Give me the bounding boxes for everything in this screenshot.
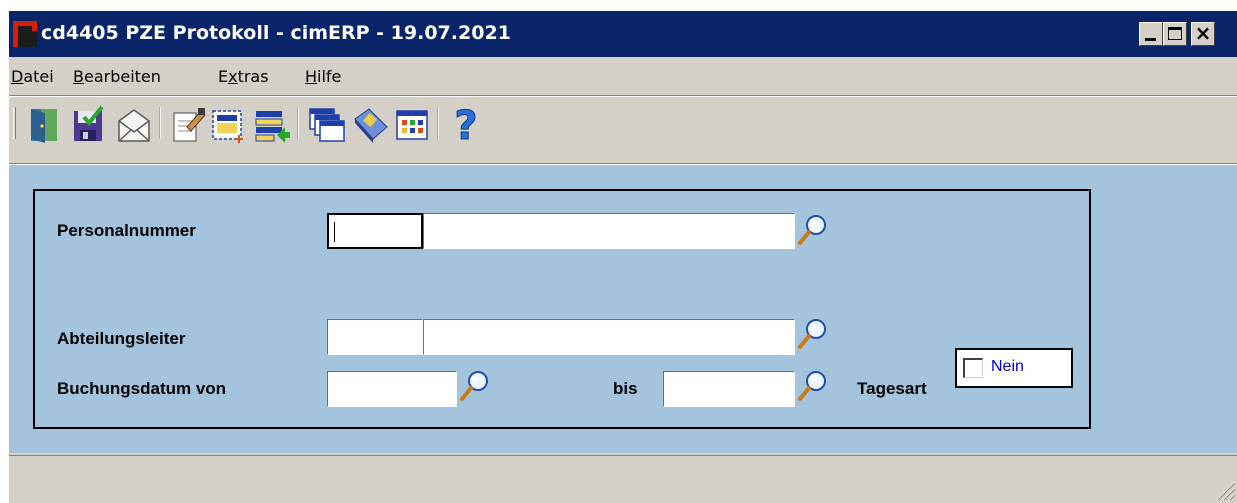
bis-label: bis	[613, 379, 638, 398]
abteilungsleiter-code-input[interactable]	[327, 319, 423, 355]
bis-date-picker-button[interactable]	[797, 369, 829, 403]
text-caret	[334, 222, 335, 242]
save-disk-icon	[74, 105, 104, 141]
save-button[interactable]	[69, 105, 107, 145]
buchungsdatum-von-picker-button[interactable]	[459, 369, 491, 403]
magnifier-icon	[798, 371, 826, 401]
toolbar: ?	[9, 97, 1237, 163]
personalnummer-code-input[interactable]	[327, 213, 423, 249]
menu-extras[interactable]: Extras	[218, 67, 269, 86]
buchungsdatum-von-label: Buchungsdatum von	[57, 379, 227, 398]
form-area: Personalnummer Abteilungsleiter Buchungs…	[9, 165, 1237, 453]
menu-bearbeiten[interactable]: Bearbeiten	[73, 67, 161, 86]
filter-group-box: Personalnummer Abteilungsleiter Buchungs…	[33, 189, 1091, 429]
abteilungsleiter-lookup-button[interactable]	[797, 317, 829, 351]
bookmark-button[interactable]	[351, 105, 389, 145]
resize-grip-icon[interactable]	[1214, 479, 1236, 501]
buchungsdatum-von-input[interactable]	[327, 371, 457, 407]
close-button[interactable]: ×	[1191, 21, 1215, 46]
exit-door-icon	[31, 109, 57, 143]
menu-bearbeiten-mnemonic: B	[73, 67, 84, 86]
tagesart-value-label: Nein	[991, 358, 1024, 375]
transfer-button[interactable]	[253, 105, 291, 145]
app-window: cd4405 PZE Protokoll - cimERP - 19.07.20…	[8, 10, 1237, 503]
mail-envelope-icon	[118, 109, 150, 142]
window-title: cd4405 PZE Protokoll - cimERP - 19.07.20…	[41, 22, 511, 44]
title-bar[interactable]: cd4405 PZE Protokoll - cimERP - 19.07.20…	[9, 11, 1237, 57]
windows-button[interactable]	[307, 105, 345, 145]
menu-extras-mnemonic: x	[228, 67, 238, 86]
edit-notepad-icon	[173, 108, 206, 142]
personalnummer-lookup-button[interactable]	[797, 213, 829, 247]
menu-bearbeiten-rest: earbeiten	[83, 67, 161, 86]
app-logo-icon[interactable]	[13, 21, 37, 47]
tagesart-label: Tagesart	[857, 379, 927, 398]
tagesart-checkbox[interactable]	[963, 358, 983, 378]
close-icon: ×	[1194, 21, 1212, 45]
personalnummer-label: Personalnummer	[57, 221, 196, 240]
magnifier-icon	[460, 371, 488, 401]
menu-datei[interactable]: Datei	[11, 67, 54, 86]
magnifier-icon	[798, 319, 826, 349]
menu-extras-rest: tras	[237, 67, 269, 86]
transfer-import-icon	[255, 111, 290, 143]
abteilungsleiter-label: Abteilungsleiter	[57, 329, 186, 348]
toolbar-grip[interactable]	[13, 107, 16, 139]
toolbar-separator	[437, 107, 439, 139]
edit-button[interactable]	[169, 105, 207, 145]
menu-datei-mnemonic: D	[11, 67, 24, 86]
toolbar-separator	[159, 107, 161, 139]
minimize-icon	[1145, 38, 1156, 41]
magnifier-icon	[798, 215, 826, 245]
new-record-button[interactable]	[209, 105, 247, 145]
menu-hilfe-rest: ilfe	[317, 67, 342, 86]
book-tag-icon	[354, 108, 388, 143]
tagesart-toggle[interactable]: Nein	[955, 348, 1073, 388]
mail-button[interactable]	[115, 105, 153, 145]
menu-hilfe-mnemonic: H	[305, 67, 318, 86]
help-question-icon: ?	[454, 105, 478, 145]
maximize-icon	[1168, 27, 1182, 40]
personalnummer-name-input[interactable]	[423, 213, 795, 249]
windows-stack-icon	[309, 108, 345, 142]
table-grid-icon	[396, 110, 428, 140]
bis-date-input[interactable]	[663, 371, 795, 407]
help-button[interactable]: ?	[447, 105, 485, 145]
menu-bar: Datei Bearbeiten Extras Hilfe	[9, 59, 1237, 93]
menu-datei-rest: atei	[23, 67, 54, 86]
maximize-button[interactable]	[1163, 22, 1187, 46]
menu-extras-pre: E	[218, 67, 229, 86]
table-button[interactable]	[393, 105, 431, 145]
abteilungsleiter-name-input[interactable]	[423, 319, 795, 355]
toolbar-separator	[297, 107, 299, 139]
svg-text:?: ?	[454, 105, 477, 145]
status-bar	[9, 455, 1237, 503]
minimize-button[interactable]	[1139, 22, 1163, 46]
menu-hilfe[interactable]: Hilfe	[305, 67, 341, 86]
exit-button[interactable]	[25, 105, 63, 145]
new-record-icon	[212, 110, 243, 143]
